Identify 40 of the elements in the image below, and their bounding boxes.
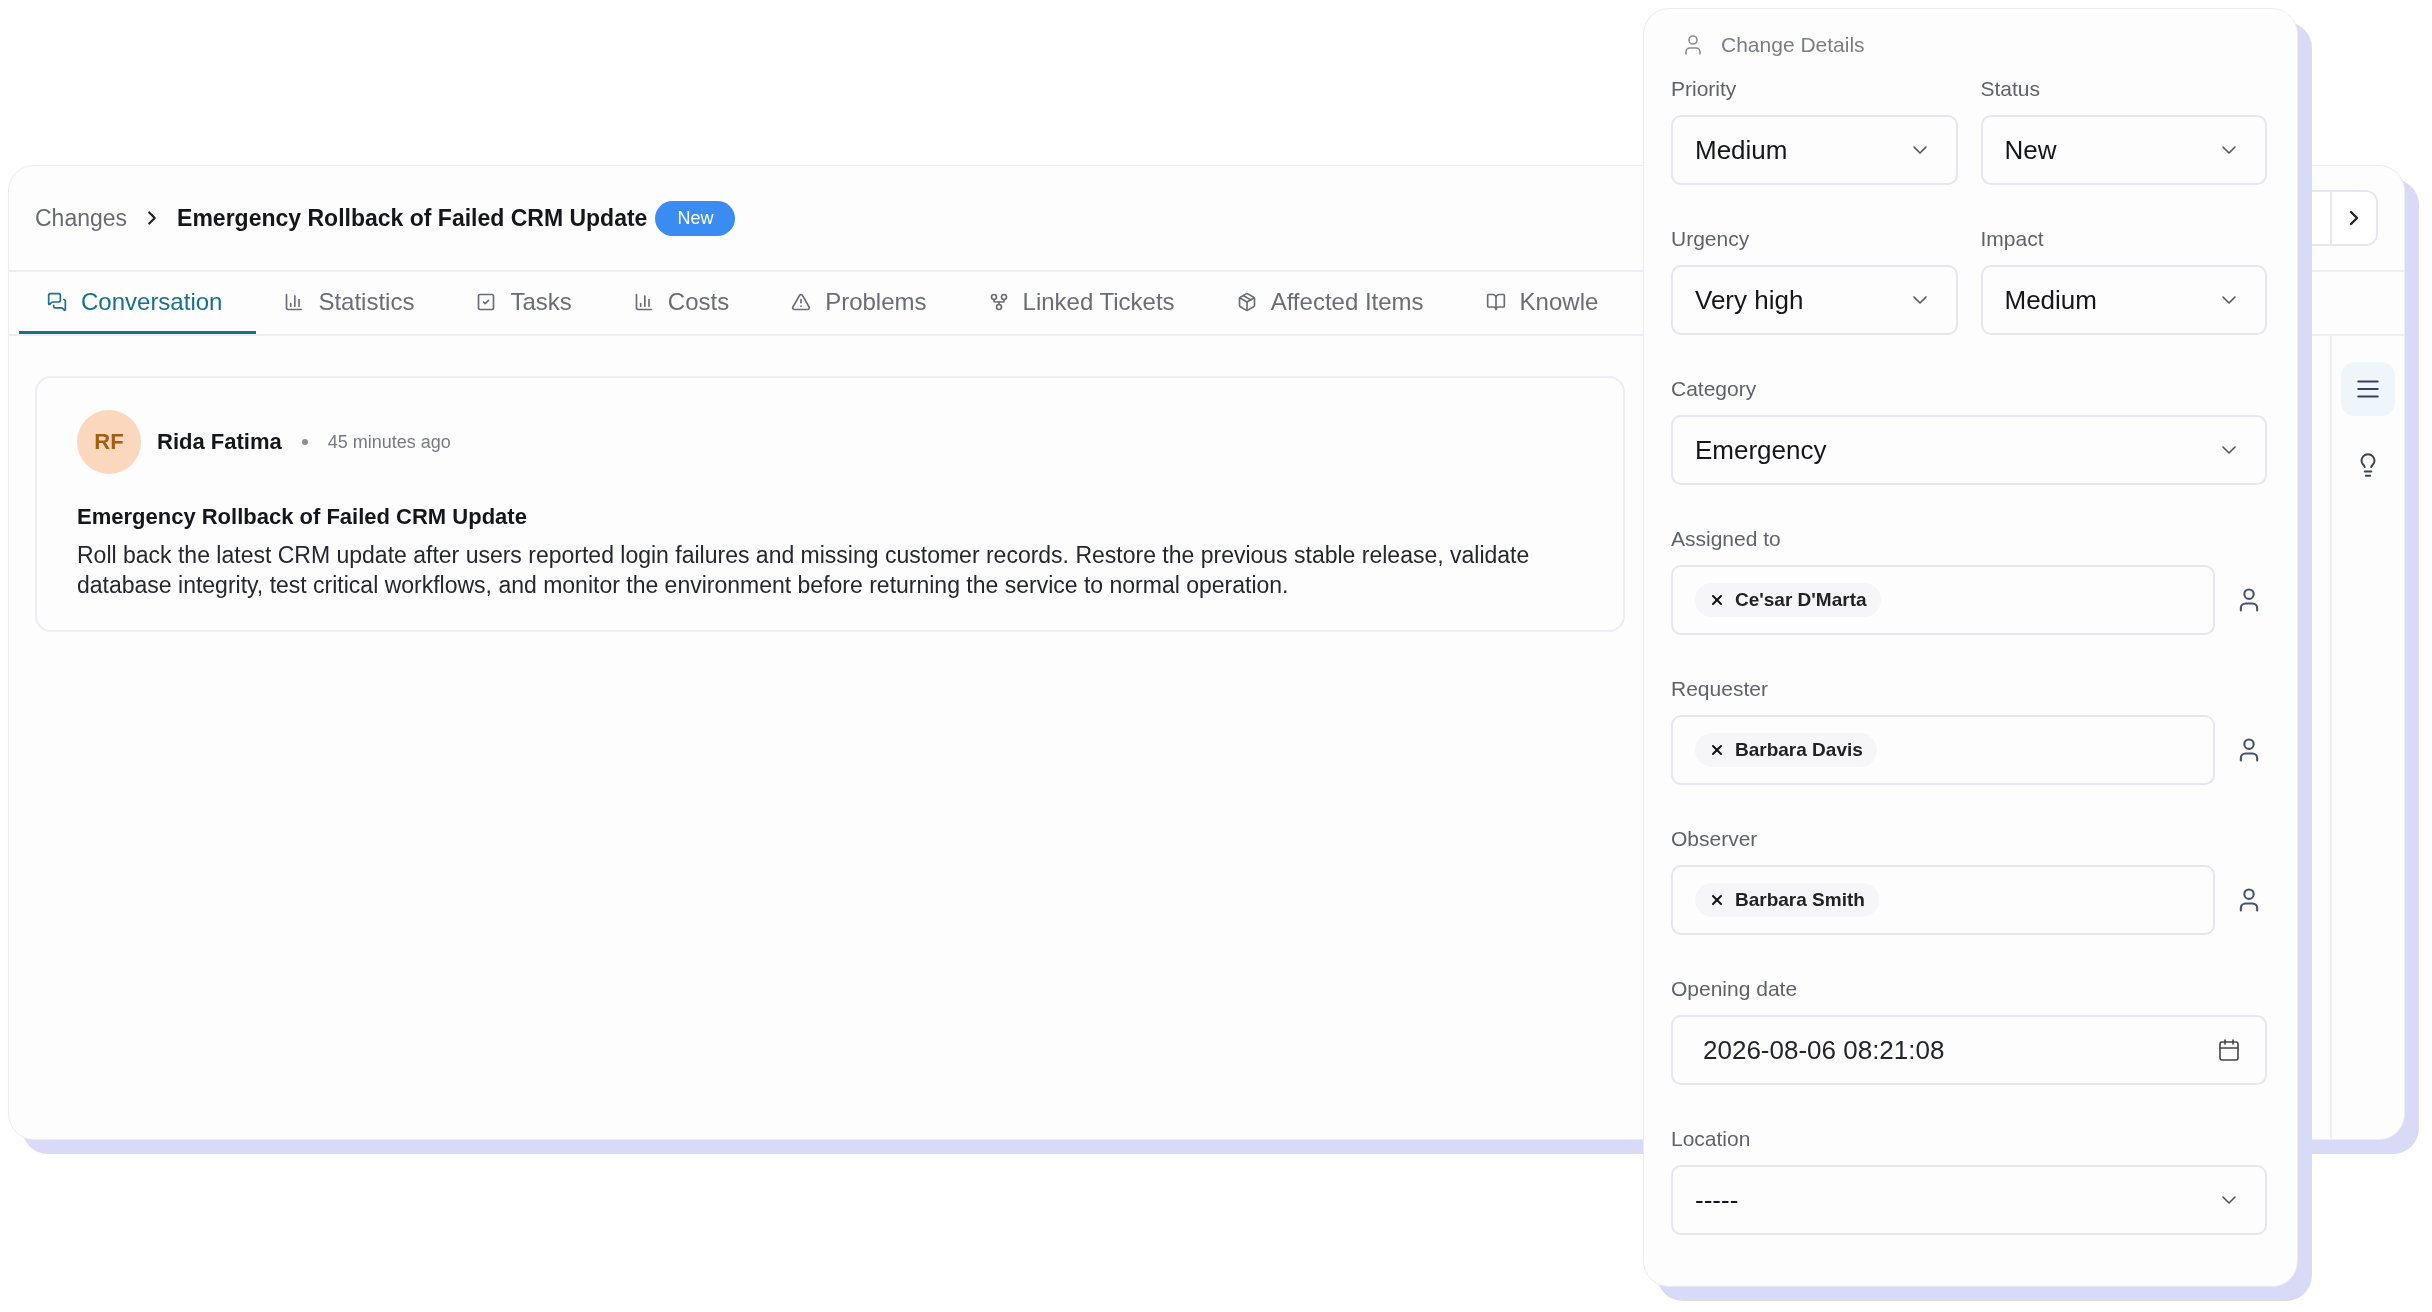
people-field[interactable]: Barbara Smith xyxy=(1671,865,2215,935)
select-field[interactable]: Medium xyxy=(1980,265,2267,335)
field-label: Category xyxy=(1671,377,1758,402)
select-field[interactable]: Emergency xyxy=(1671,415,2267,485)
tab[interactable]: Knowle xyxy=(1457,272,1633,334)
field-label: Impact xyxy=(1980,227,2045,252)
field-label: Status xyxy=(1980,77,2042,102)
select-field[interactable]: ----- xyxy=(1671,1165,2267,1235)
breadcrumb-link[interactable]: Changes xyxy=(35,204,128,232)
tab[interactable]: Linked Tickets xyxy=(960,272,1209,334)
tab[interactable]: Problems xyxy=(763,272,961,334)
person-chip: Barbara Davis xyxy=(1695,733,1877,767)
person-chip: Ce'sar D'Marta xyxy=(1695,583,1881,617)
field-label: Location xyxy=(1671,1127,1752,1152)
tab[interactable]: Tasks xyxy=(448,272,606,334)
field-label: Requester xyxy=(1671,677,1769,702)
avatar: RF xyxy=(77,410,141,474)
field-label: Opening date xyxy=(1671,977,1799,1002)
people-field[interactable]: Barbara Davis xyxy=(1671,715,2215,785)
comment-title: Emergency Rollback of Failed CRM Update xyxy=(77,504,528,530)
field-label: Observer xyxy=(1671,827,1759,852)
select-field[interactable]: Very high xyxy=(1671,265,1958,335)
comment-text: Roll back the latest CRM update after users reported login failures and missing customer records. Restore the previous stable release, validate database integrity, test critical workflows, and monitor the environment before returning the service to normal operation. xyxy=(77,541,1531,600)
field-label: Urgency xyxy=(1671,227,1751,252)
person-chip: Barbara Smith xyxy=(1695,883,1879,917)
comment-time: 45 minutes ago xyxy=(327,431,451,453)
field-label: Assigned to xyxy=(1671,527,1782,552)
tab[interactable]: Statistics xyxy=(256,272,449,334)
page-title: Emergency Rollback of Failed CRM Update xyxy=(177,204,648,232)
status-badge: New xyxy=(655,200,736,236)
tab[interactable]: Conversation xyxy=(19,272,257,334)
panel-title: Change Details xyxy=(1721,33,1865,57)
tab[interactable]: Costs xyxy=(605,272,764,334)
field-label: Priority xyxy=(1671,77,1738,102)
author-name: Rida Fatima xyxy=(157,429,282,455)
select-field[interactable]: Medium xyxy=(1671,115,1958,185)
date-field[interactable]: 2026-08-06 08:21:08 xyxy=(1671,1015,2267,1085)
people-field[interactable]: Ce'sar D'Marta xyxy=(1671,565,2215,635)
select-field[interactable]: New xyxy=(1980,115,2267,185)
tab[interactable]: Affected Items xyxy=(1208,272,1458,334)
